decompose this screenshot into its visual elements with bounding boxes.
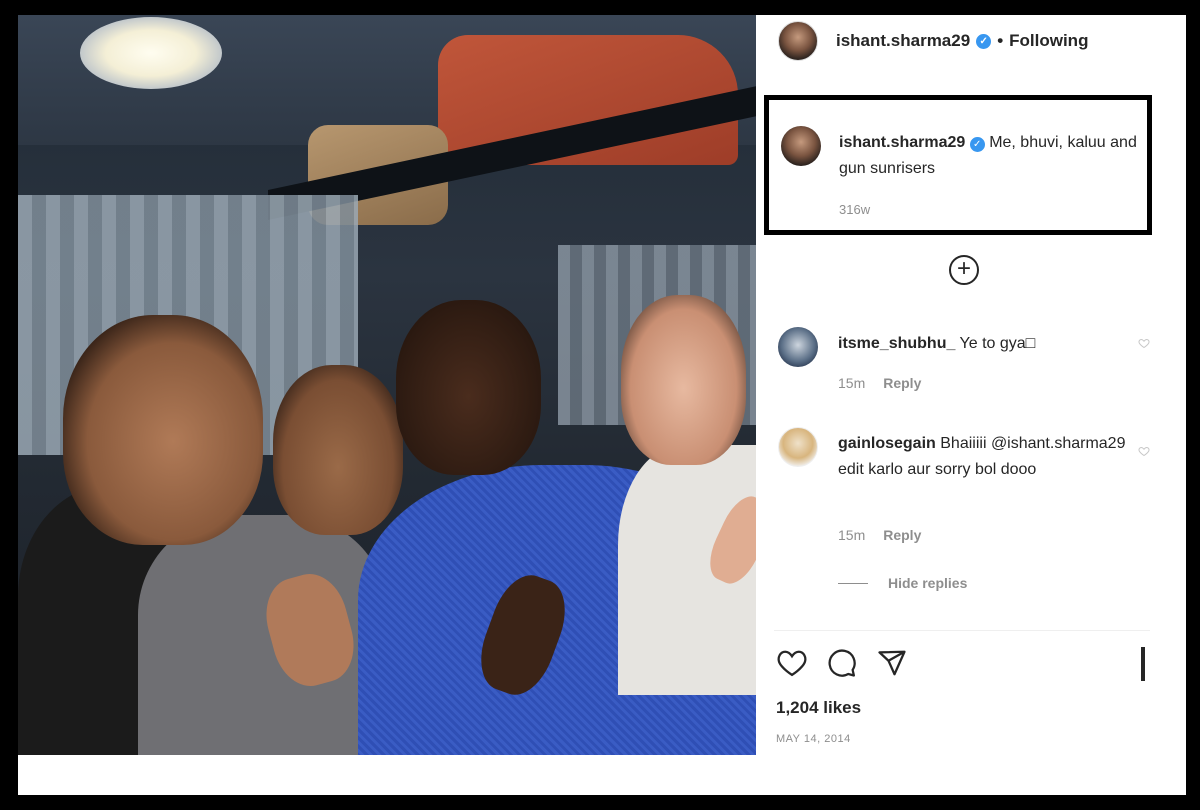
caption-username[interactable]: ishant.sharma29 (839, 134, 965, 151)
caption-text-block: ishant.sharma29 ✓ Me, bhuvi, kaluu and g… (839, 130, 1139, 182)
poster-username[interactable]: ishant.sharma29 (836, 31, 970, 51)
caption-avatar[interactable] (781, 126, 821, 166)
comment-text: Ye to gya□ (959, 335, 1036, 352)
post-photo[interactable] (18, 15, 756, 755)
comment-icon (828, 649, 856, 677)
commenter-avatar[interactable] (778, 427, 818, 467)
reply-button[interactable]: Reply (883, 375, 921, 391)
instagram-post-frame: ishant.sharma29 ✓ • Following ishant.sha… (18, 15, 1186, 795)
photo-lamp (80, 17, 222, 89)
load-more-comments-icon[interactable]: + (949, 255, 979, 285)
comment-timestamp[interactable]: 15m (838, 375, 865, 391)
caption-verified-badge-icon: ✓ (969, 137, 985, 152)
comment-meta: 15m Reply (838, 527, 921, 543)
bookmark-icon[interactable] (1141, 647, 1145, 681)
commenter-username[interactable]: gainlosegain (838, 435, 936, 452)
comment-meta: 15m Reply (838, 375, 921, 391)
photo-person-1-head (63, 315, 263, 545)
photo-person-4-head (621, 295, 746, 465)
post-date[interactable]: MAY 14, 2014 (776, 733, 851, 745)
caption-timestamp[interactable]: 316w (839, 202, 870, 217)
commenter-avatar[interactable] (778, 327, 818, 367)
header-separator: • (997, 31, 1004, 50)
post-actions (776, 647, 908, 679)
comment-button[interactable] (826, 647, 858, 679)
comment-item: itsme_shubhu_ Ye to gya□ 15m Reply (778, 327, 1168, 407)
heart-icon (777, 650, 807, 677)
share-icon (878, 650, 906, 676)
commenter-username[interactable]: itsme_shubhu_ (838, 335, 955, 352)
post-header: ishant.sharma29 ✓ • Following (836, 31, 1088, 51)
likes-count[interactable]: 1,204 likes (776, 698, 861, 718)
share-button[interactable] (876, 647, 908, 679)
comment-item: gainlosegain Bhaiiiii @ishant.sharma29 e… (778, 427, 1168, 557)
comment-like-icon[interactable] (1138, 337, 1150, 349)
photo-person-3-head (396, 300, 541, 475)
comment-text-block: itsme_shubhu_ Ye to gya□ (838, 331, 1128, 357)
poster-avatar[interactable] (778, 21, 818, 61)
hide-replies-line (838, 582, 868, 584)
reply-button[interactable]: Reply (883, 527, 921, 543)
photo-person-2-head (273, 365, 403, 535)
comment-text-block: gainlosegain Bhaiiiii @ishant.sharma29 e… (838, 431, 1128, 483)
caption-highlight-box: ishant.sharma29 ✓ Me, bhuvi, kaluu and g… (764, 95, 1152, 235)
comment-like-icon[interactable] (1138, 445, 1150, 457)
post-side-panel: ishant.sharma29 ✓ • Following ishant.sha… (756, 15, 1186, 795)
like-button[interactable] (776, 647, 808, 679)
actions-divider (774, 630, 1150, 631)
verified-badge-icon: ✓ (976, 33, 992, 49)
hide-replies-label: Hide replies (888, 575, 968, 591)
hide-replies-button[interactable]: Hide replies (838, 575, 967, 591)
comment-timestamp[interactable]: 15m (838, 527, 865, 543)
following-button[interactable]: Following (1009, 31, 1088, 51)
